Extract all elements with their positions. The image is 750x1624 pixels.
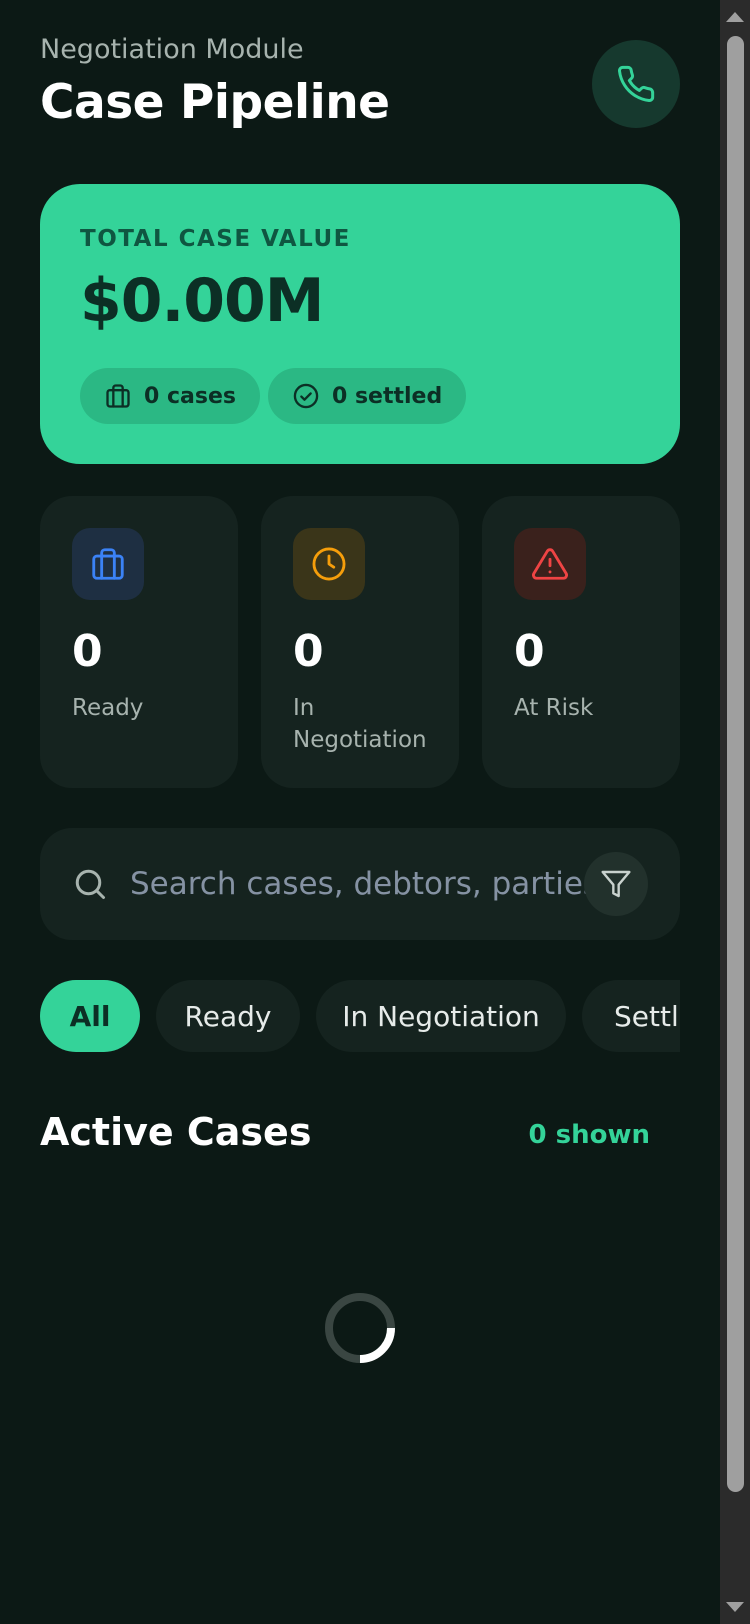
call-button[interactable] bbox=[592, 40, 680, 128]
stat-icon-box bbox=[72, 528, 144, 600]
shown-count: 0 shown bbox=[528, 1120, 650, 1150]
filter-icon bbox=[601, 870, 631, 898]
scroll-down-arrow-icon[interactable] bbox=[726, 1602, 744, 1612]
module-subtitle: Negotiation Module bbox=[40, 34, 304, 65]
stat-label: At Risk bbox=[514, 695, 594, 721]
stat-value: 0 bbox=[514, 626, 545, 677]
search-input[interactable] bbox=[130, 856, 610, 912]
settled-count-chip: 0 settled bbox=[268, 368, 467, 424]
case-pipeline-screen: Negotiation Module Case Pipeline TOTAL C… bbox=[0, 0, 720, 1624]
tab-all[interactable]: All bbox=[40, 980, 140, 1052]
cases-count-text: 0 cases bbox=[144, 383, 236, 409]
page-title: Case Pipeline bbox=[40, 75, 390, 130]
tab-ready[interactable]: Ready bbox=[156, 980, 300, 1052]
filter-button[interactable] bbox=[584, 852, 648, 916]
stat-value: 0 bbox=[293, 626, 324, 677]
search-icon bbox=[75, 869, 105, 899]
tab-in-negotiation[interactable]: In Negotiation bbox=[316, 980, 566, 1052]
total-value-label: TOTAL CASE VALUE bbox=[80, 226, 351, 252]
stat-value: 0 bbox=[72, 626, 103, 677]
tab-settled[interactable]: Settled bbox=[582, 980, 680, 1052]
stat-icon-box bbox=[293, 528, 365, 600]
briefcase-icon bbox=[106, 384, 130, 408]
settled-count-text: 0 settled bbox=[332, 383, 443, 409]
cases-count-chip: 0 cases bbox=[80, 368, 260, 424]
stat-icon-box bbox=[514, 528, 586, 600]
stat-card-in-negotiation[interactable]: 0 In Negotiation bbox=[261, 496, 459, 788]
briefcase-icon bbox=[92, 548, 124, 580]
clock-icon bbox=[312, 547, 346, 581]
loading-spinner bbox=[325, 1293, 395, 1363]
check-circle-icon bbox=[293, 383, 319, 409]
scrollbar[interactable] bbox=[720, 0, 750, 1624]
scrollbar-thumb[interactable] bbox=[727, 36, 744, 1492]
stat-label: In Negotiation bbox=[293, 695, 427, 753]
total-value-card: TOTAL CASE VALUE $0.00M 0 cases 0 settle… bbox=[40, 184, 680, 464]
total-value-amount: $0.00M bbox=[80, 266, 324, 336]
stat-card-at-risk[interactable]: 0 At Risk bbox=[482, 496, 680, 788]
scroll-up-arrow-icon[interactable] bbox=[726, 12, 744, 22]
section-title: Active Cases bbox=[40, 1110, 312, 1154]
stat-card-ready[interactable]: 0 Ready bbox=[40, 496, 238, 788]
alert-triangle-icon bbox=[532, 548, 568, 580]
stat-label: Ready bbox=[72, 695, 144, 721]
status-filter-tabs: All Ready In Negotiation Settled bbox=[40, 980, 680, 1052]
phone-icon bbox=[618, 65, 655, 102]
search-bar bbox=[40, 828, 680, 940]
